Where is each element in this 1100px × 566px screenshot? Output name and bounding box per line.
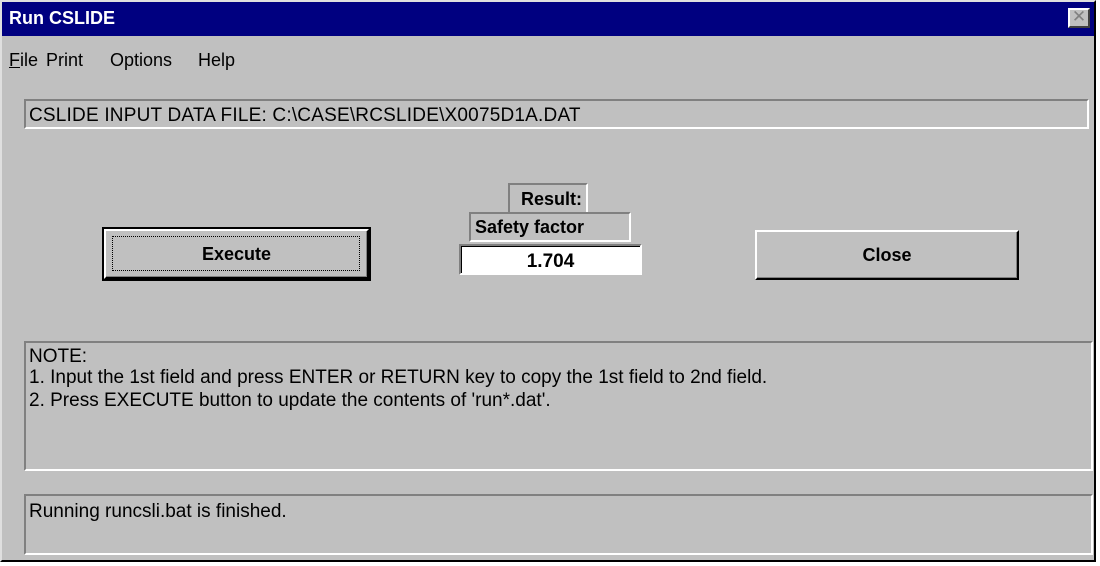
note-line-1: 1. Input the 1st field and press ENTER o… xyxy=(29,367,768,388)
execute-button[interactable]: Execute xyxy=(102,227,371,281)
window-close-button[interactable]: ✕ xyxy=(1068,8,1090,28)
menu-file-label: ile xyxy=(20,50,39,70)
safety-factor-value-field[interactable]: 1.704 xyxy=(459,244,642,275)
window-title: Run CSLIDE xyxy=(9,8,115,28)
result-label: Result: xyxy=(520,189,582,209)
menu-options[interactable]: Options xyxy=(110,50,172,71)
menu-file-accelerator: F xyxy=(9,50,20,70)
menu-file[interactable]: File xyxy=(9,50,38,71)
close-button-label: Close xyxy=(862,245,912,265)
input-file-text: CSLIDE INPUT DATA FILE: C:\CASE\RCSLIDE\… xyxy=(29,105,581,126)
run-cslide-window: Run CSLIDE ✕ File Print Options Help CSL… xyxy=(0,0,1096,562)
safety-factor-label: Safety factor xyxy=(475,217,585,237)
input-file-display: CSLIDE INPUT DATA FILE: C:\CASE\RCSLIDE\… xyxy=(24,99,1089,129)
safety-factor-label-box: Safety factor xyxy=(469,212,631,242)
note-heading: NOTE: xyxy=(29,346,88,367)
menu-help[interactable]: Help xyxy=(198,50,235,71)
menu-print[interactable]: Print xyxy=(46,50,83,71)
status-text: Running runcsli.bat is finished. xyxy=(29,501,287,522)
safety-factor-value: 1.704 xyxy=(526,251,575,272)
execute-button-label: Execute xyxy=(201,244,272,264)
close-button[interactable]: Close xyxy=(755,230,1019,280)
menu-bar: File Print Options Help xyxy=(2,36,1094,76)
note-line-2: 2. Press EXECUTE button to update the co… xyxy=(29,390,551,411)
close-icon: ✕ xyxy=(1071,7,1087,27)
result-label-box: Result: xyxy=(508,183,588,214)
title-bar[interactable]: Run CSLIDE ✕ xyxy=(2,2,1094,36)
note-panel: NOTE: 1. Input the 1st field and press E… xyxy=(24,341,1093,471)
status-panel: Running runcsli.bat is finished. xyxy=(24,494,1093,555)
